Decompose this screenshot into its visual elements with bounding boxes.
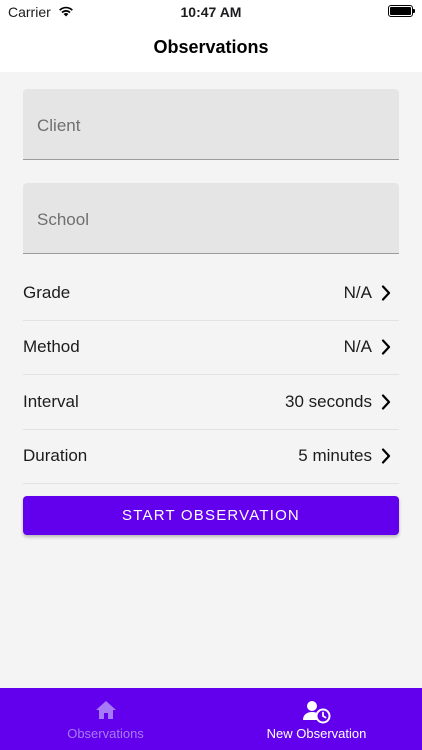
battery-icon — [388, 5, 415, 17]
duration-row[interactable]: Duration 5 minutes — [23, 430, 399, 484]
client-field[interactable]: Client — [23, 89, 399, 160]
interval-row[interactable]: Interval 30 seconds — [23, 376, 399, 430]
status-bar: Carrier 10:47 AM — [0, 0, 422, 24]
grade-row[interactable]: Grade N/A — [23, 267, 399, 321]
tab-new-observation[interactable]: New Observation — [211, 688, 422, 750]
chevron-right-icon — [381, 448, 391, 464]
page-title: Observations — [153, 37, 269, 57]
duration-label: Duration — [23, 446, 88, 465]
user-clock-icon — [302, 701, 330, 724]
start-observation-button[interactable]: START OBSERVATION — [23, 496, 399, 535]
method-label: Method — [23, 337, 80, 356]
school-placeholder: School — [37, 210, 89, 229]
clock: 10:47 AM — [180, 4, 242, 20]
tab-observations-label: Observations — [67, 726, 144, 741]
nav-header: Observations — [0, 24, 422, 72]
home-icon — [95, 701, 116, 719]
chevron-right-icon — [381, 339, 391, 355]
grade-label: Grade — [23, 283, 71, 302]
tab-new-observation-label: New Observation — [266, 726, 367, 741]
screen: Carrier 10:47 AM Observations Client Sch… — [0, 0, 422, 750]
interval-label: Interval — [23, 392, 79, 411]
method-value: N/A — [343, 337, 372, 356]
method-row[interactable]: Method N/A — [23, 321, 399, 375]
duration-value: 5 minutes — [298, 446, 372, 465]
client-placeholder: Client — [37, 116, 81, 135]
interval-value: 30 seconds — [285, 392, 372, 411]
school-field[interactable]: School — [23, 183, 399, 254]
tab-bar: Observations New Observation — [0, 688, 422, 750]
grade-value: N/A — [343, 283, 372, 302]
chevron-right-icon — [381, 285, 391, 301]
chevron-right-icon — [381, 394, 391, 410]
tab-observations[interactable]: Observations — [0, 688, 211, 750]
